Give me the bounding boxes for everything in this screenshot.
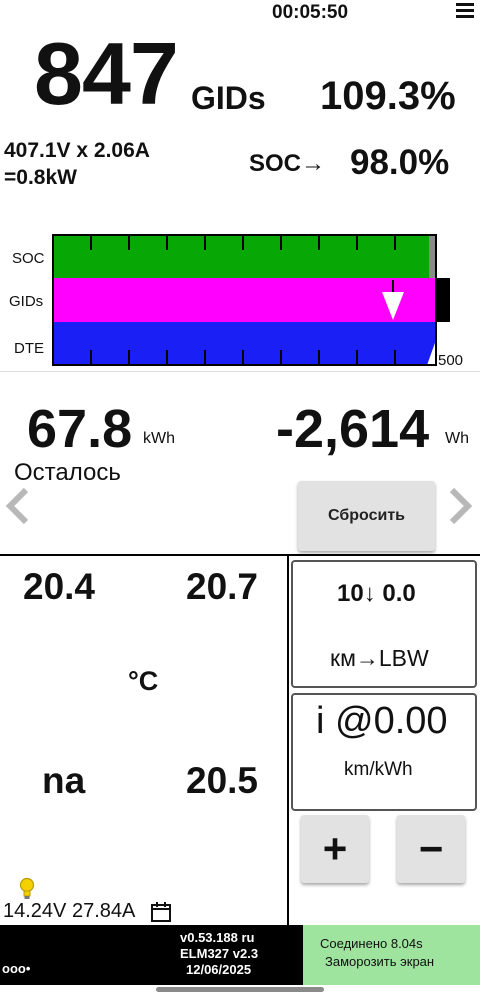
gids-unit: GIDs: [191, 80, 266, 116]
battery-bar-graph: [52, 234, 452, 370]
temperature-2: 20.7: [186, 566, 259, 607]
gids-bar-label: GIDs: [9, 293, 44, 310]
temperature-1: 20.4: [23, 566, 96, 607]
plus-button[interactable]: +: [301, 815, 369, 883]
range-value: 10↓ 0.0: [337, 580, 416, 607]
soc-value: 98.0%: [350, 143, 450, 182]
energy-delta-value: -2,614: [276, 399, 430, 459]
aux-battery-readout: 14.24V 27.84A: [3, 900, 136, 922]
gids-value: 847: [34, 24, 179, 123]
minus-button[interactable]: −: [397, 815, 465, 883]
page-indicator: ooo•: [2, 961, 31, 976]
efficiency-unit: km/kWh: [344, 759, 413, 780]
bar-frame: [52, 234, 437, 366]
nav-handle[interactable]: [156, 987, 324, 992]
column-divider: [287, 554, 289, 925]
gids-percent: 109.3%: [320, 74, 456, 118]
energy-delta-unit: Wh: [445, 430, 469, 447]
bar-scale-max: 500: [438, 352, 464, 369]
power-kw: =0.8kW: [4, 166, 77, 189]
reset-button[interactable]: Сбросить: [298, 481, 435, 551]
freeze-screen-label: Заморозить экран: [325, 954, 435, 969]
power-voltage-current: 407.1V x 2.06A: [4, 139, 150, 162]
section-divider: [0, 554, 480, 556]
version-info: v0.53.188 ru ELM327 v2.3 12/06/2025: [180, 930, 258, 978]
temperature-3: na: [42, 760, 86, 801]
chevron-right-icon[interactable]: [446, 484, 476, 539]
app-version: v0.53.188 ru: [180, 930, 255, 945]
build-date: 12/06/2025: [186, 962, 252, 977]
connection-status: Соединено 8.04s: [320, 936, 423, 951]
soc-bar-label: SOC: [12, 250, 45, 267]
range-label: км→LBW: [330, 645, 429, 671]
chevron-left-icon[interactable]: [2, 484, 32, 539]
gids-bar-overflow: [436, 278, 450, 322]
temperature-unit: °C: [128, 666, 159, 696]
clock: 00:05:50: [272, 2, 349, 23]
remaining-energy-value: 67.8: [27, 399, 133, 459]
menu-icon[interactable]: [456, 3, 474, 19]
remaining-label: Осталось: [14, 459, 121, 486]
soc-label: SOC→: [249, 150, 326, 177]
efficiency-value: i @0.00: [316, 700, 448, 742]
calendar-icon: [150, 901, 172, 928]
dte-bar-label: DTE: [14, 340, 44, 357]
remaining-energy-unit: kWh: [143, 430, 175, 447]
temperature-4: 20.5: [186, 760, 259, 801]
adapter-version: ELM327 v2.3: [180, 946, 259, 961]
